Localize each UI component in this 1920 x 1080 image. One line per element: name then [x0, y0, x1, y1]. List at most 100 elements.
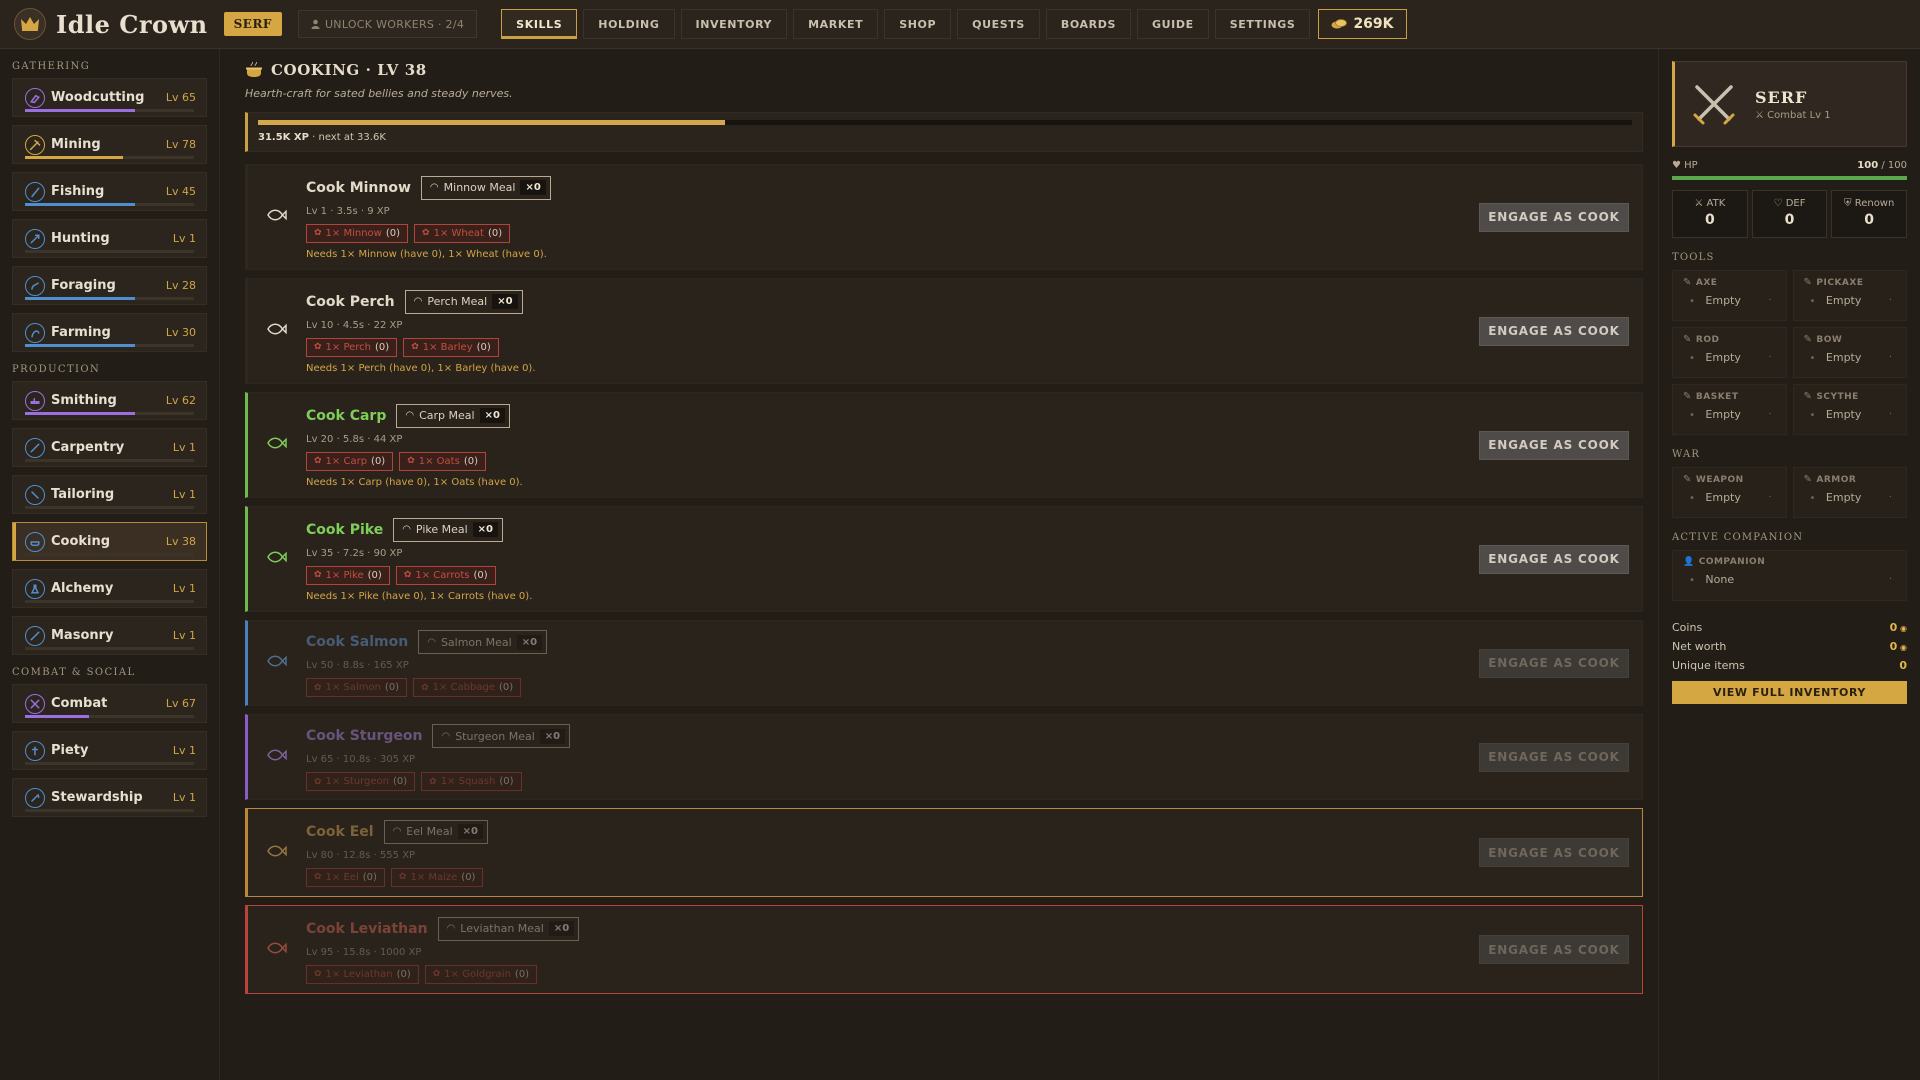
- product-badge[interactable]: ◠ Sturgeon Meal ×0: [432, 724, 571, 748]
- product-badge[interactable]: ◠ Perch Meal ×0: [404, 289, 523, 314]
- slot-value: Empty: [1705, 408, 1741, 421]
- companion-slot[interactable]: 👤 COMPANION • None ·: [1672, 550, 1907, 601]
- stat-value: 0: [1704, 212, 1715, 228]
- chevron-icon: ·: [1888, 409, 1892, 420]
- ingredient-chips: ✿ 1× Leviathan (0) ✿ 1× Goldgrain (0): [306, 964, 1479, 984]
- engage-as-cook-button[interactable]: ENGAGE AS COOK: [1479, 935, 1629, 964]
- eel-meal-icon: [266, 842, 288, 864]
- sidebar-item-smithing[interactable]: Smithing Lv 62: [12, 381, 207, 420]
- tab-boards[interactable]: BOARDS: [1045, 9, 1131, 39]
- rod-slot[interactable]: ✎ ROD • Empty ·: [1672, 327, 1787, 378]
- tab-holding[interactable]: HOLDING: [583, 9, 675, 39]
- scythe-slot[interactable]: ✎ SCYTHE • Empty ·: [1792, 384, 1907, 435]
- sidebar-item-masonry[interactable]: Masonry Lv 1: [12, 616, 207, 655]
- tab-skills[interactable]: SKILLS: [501, 9, 578, 39]
- slot-label-row: ✎ BASKET: [1683, 391, 1776, 402]
- engage-as-cook-button[interactable]: ENGAGE AS COOK: [1479, 648, 1629, 678]
- product-count: ×0: [457, 824, 483, 839]
- sidebar-item-level: Lv 65: [165, 91, 196, 104]
- skill-progress-fill: [25, 715, 90, 718]
- sidebar-item-hunting[interactable]: Hunting Lv 1: [12, 219, 207, 258]
- recipe-title-row: Cook Minnow ◠ Minnow Meal ×0: [306, 175, 1479, 200]
- recipe-requirement: Needs 1× Minnow (have 0), 1× Wheat (have…: [306, 248, 547, 260]
- ingredient-icon: ✿: [314, 228, 322, 238]
- view-full-inventory-button[interactable]: VIEW FULL INVENTORY: [1672, 681, 1907, 704]
- coin-icon: ◉: [1897, 643, 1907, 652]
- bow-slot[interactable]: ✎ BOW • Empty ·: [1792, 327, 1907, 378]
- axe-slot[interactable]: ✎ AXE • Empty ·: [1672, 270, 1787, 321]
- rod-icon: ✎: [1683, 334, 1692, 345]
- meal-icon: ◠: [441, 730, 451, 742]
- ingredient-have: (0): [384, 682, 400, 693]
- sidebar-item-carpentry[interactable]: Carpentry Lv 1: [12, 428, 207, 467]
- tab-guide[interactable]: GUIDE: [1136, 9, 1209, 39]
- chevron-icon: ·: [1888, 352, 1892, 363]
- sidebar-item-farming[interactable]: Farming Lv 30: [12, 313, 207, 352]
- stat-renown: ⛨ Renown 0: [1831, 190, 1908, 238]
- engage-as-cook-button[interactable]: ENGAGE AS COOK: [1479, 742, 1629, 772]
- top-bar: Idle Crown SERF UNLOCK WORKERS · 2/4 SKI…: [0, 0, 1920, 49]
- character-name: SERF: [1755, 87, 1808, 107]
- sidebar-item-mining[interactable]: Mining Lv 78: [12, 125, 207, 164]
- slot-value-row: • Empty ·: [1683, 294, 1776, 307]
- ingredient-label: 1× Carp: [325, 455, 368, 467]
- sidebar-item-alchemy[interactable]: Alchemy Lv 1: [12, 569, 207, 608]
- skill-progress-bar: [25, 297, 194, 300]
- dot: •: [1689, 410, 1695, 421]
- engage-as-cook-button[interactable]: ENGAGE AS COOK: [1479, 838, 1629, 867]
- page-subtitle: Hearth-craft for sated bellies and stead…: [245, 87, 513, 100]
- product-badge[interactable]: ◠ Pike Meal ×0: [393, 517, 504, 542]
- tab-settings[interactable]: SETTINGS: [1214, 9, 1311, 39]
- perch-meal-icon: [266, 320, 288, 342]
- tab-quests[interactable]: QUESTS: [957, 9, 1040, 39]
- product-badge[interactable]: ◠ Minnow Meal ×0: [420, 175, 551, 200]
- main-nav: SKILLS HOLDING INVENTORY MARKET SHOP QUESTS BO…: [501, 9, 1311, 39]
- armor-slot[interactable]: ✎ ARMOR • Empty ·: [1792, 467, 1907, 518]
- skills-sidebar: GATHERING Woodcutting Lv 65 Mining Lv 78 Fish…: [0, 49, 220, 1080]
- sidebar-item-level: Lv 30: [165, 326, 196, 339]
- ingredient-icon: ✿: [314, 969, 322, 979]
- product-badge[interactable]: ◠ Carp Meal ×0: [396, 403, 510, 428]
- chevron-icon: ·: [1888, 574, 1892, 585]
- tab-market[interactable]: MARKET: [793, 9, 879, 39]
- sidebar-item-fishing[interactable]: Fishing Lv 45: [12, 172, 207, 211]
- skill-progress-bar: [25, 506, 194, 509]
- skill-progress-bar: [25, 412, 194, 415]
- sidebar-item-combat[interactable]: Combat Lv 67: [12, 684, 207, 723]
- sidebar-item-cooking[interactable]: Cooking Lv 38: [12, 522, 207, 561]
- xp-progress-fill: [258, 120, 726, 125]
- sidebar-item-label: Smithing: [51, 393, 117, 408]
- sidebar-item-level: Lv 1: [172, 488, 196, 501]
- basket-slot[interactable]: ✎ BASKET • Empty ·: [1672, 384, 1787, 435]
- unlock-workers-button[interactable]: UNLOCK WORKERS · 2/4: [297, 10, 478, 38]
- sidebar-item-woodcutting[interactable]: Woodcutting Lv 65: [12, 78, 207, 117]
- recipe-requirement: Needs 1× Carp (have 0), 1× Oats (have 0)…: [306, 476, 523, 488]
- sidebar-item-foraging[interactable]: Foraging Lv 28: [12, 266, 207, 305]
- pickaxe-slot[interactable]: ✎ PICKAXE • Empty ·: [1792, 270, 1907, 321]
- product-badge[interactable]: ◠ Salmon Meal ×0: [418, 630, 548, 654]
- recipe-title: Cook Sturgeon: [306, 728, 423, 744]
- skill-progress-bar: [25, 344, 194, 347]
- ingredient-label: 1× Leviathan: [325, 968, 393, 980]
- weapon-slot[interactable]: ✎ WEAPON • Empty ·: [1672, 467, 1787, 518]
- money-value-wrap: 0 ◉: [1890, 621, 1907, 634]
- engage-as-cook-button[interactable]: ENGAGE AS COOK: [1479, 430, 1629, 460]
- product-badge[interactable]: ◠ Leviathan Meal ×0: [437, 916, 580, 941]
- sidebar-item-piety[interactable]: Piety Lv 1: [12, 731, 207, 770]
- ingredient-have: (0): [367, 569, 382, 581]
- sidebar-item-stewardship[interactable]: Stewardship Lv 1: [12, 778, 207, 817]
- recipe-card: Cook Carp ◠ Carp Meal ×0 Lv 20 · 5.8s · 44 X…: [245, 392, 1643, 498]
- product-badge[interactable]: ◠ Eel Meal ×0: [383, 819, 488, 844]
- engage-as-cook-button[interactable]: ENGAGE AS COOK: [1479, 544, 1629, 574]
- chevron-icon: ·: [1768, 409, 1772, 420]
- product-name: Salmon Meal: [440, 635, 512, 649]
- engage-as-cook-button[interactable]: ENGAGE AS COOK: [1479, 202, 1629, 232]
- coins-display[interactable]: 269K: [1318, 9, 1407, 39]
- sidebar-item-label: Cooking: [51, 534, 111, 549]
- engage-as-cook-button[interactable]: ENGAGE AS COOK: [1479, 316, 1629, 346]
- tab-inventory[interactable]: INVENTORY: [680, 9, 788, 39]
- sidebar-item-tailoring[interactable]: Tailoring Lv 1: [12, 475, 207, 514]
- slot-label: BOW: [1816, 334, 1843, 345]
- tab-shop[interactable]: SHOP: [884, 9, 952, 39]
- companion-slot-value: • None ·: [1683, 573, 1896, 586]
